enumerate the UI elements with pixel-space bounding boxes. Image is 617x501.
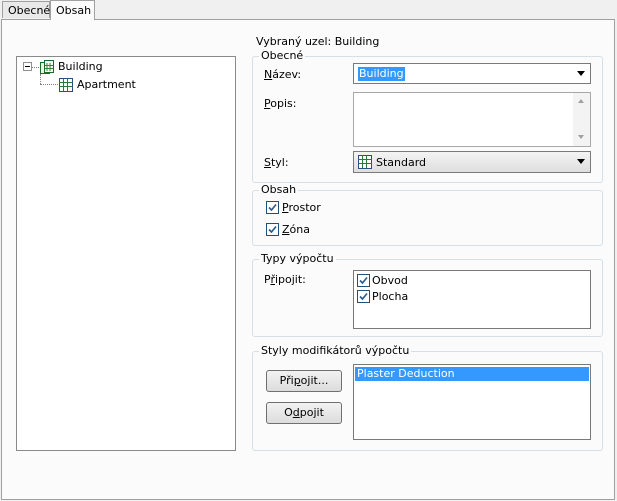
- grid-icon: [358, 155, 372, 169]
- calc-types-legend: Typy výpočtu: [259, 252, 336, 265]
- zone-checkbox[interactable]: [266, 223, 279, 236]
- tab-label: Obecné: [8, 4, 51, 17]
- name-label: Název:: [264, 68, 302, 81]
- tab-obecne[interactable]: Obecné: [2, 1, 50, 18]
- list-item: Obvod: [372, 274, 408, 287]
- general-legend: Obecné: [259, 49, 306, 62]
- tree-line: [40, 84, 58, 85]
- tree-item-label: Building: [58, 60, 103, 73]
- calc-modifiers-legend: Styly modifikátorů výpočtu: [259, 344, 412, 357]
- style-label: Styl:: [264, 156, 289, 169]
- calc-types-list[interactable]: Obvod Plocha: [353, 270, 591, 329]
- content-group: Obsah: [252, 183, 603, 246]
- detach-button[interactable]: Odpojit: [266, 402, 342, 424]
- tree-line: [40, 74, 41, 84]
- description-field[interactable]: [353, 92, 591, 147]
- attach-button[interactable]: Připojit...: [266, 370, 342, 392]
- scroll-down-icon[interactable]: [578, 135, 584, 139]
- name-combobox[interactable]: Building: [353, 63, 591, 84]
- calc-modifiers-list[interactable]: Plaster Deduction: [353, 364, 591, 440]
- description-label: Popis:: [264, 97, 297, 110]
- list-item[interactable]: Plaster Deduction: [355, 367, 589, 381]
- space-label: Prostor: [282, 201, 321, 214]
- zone-label: Zóna: [282, 223, 310, 236]
- space-checkbox[interactable]: [266, 201, 279, 214]
- grid-icon: [58, 77, 74, 93]
- attach-label: Připojit:: [264, 273, 306, 286]
- tree-line: [32, 67, 39, 68]
- area-checkbox[interactable]: [357, 290, 370, 303]
- chevron-down-icon[interactable]: [577, 159, 585, 164]
- building-icon: [39, 59, 55, 75]
- tree-view[interactable]: Building Apartment: [16, 56, 236, 451]
- tree-item-building[interactable]: Building: [57, 60, 104, 74]
- list-item: Plocha: [372, 290, 409, 303]
- tree-item-label: Apartment: [77, 78, 136, 91]
- tab-obsah[interactable]: Obsah: [50, 0, 95, 20]
- scroll-up-icon[interactable]: [578, 99, 584, 103]
- chevron-down-icon[interactable]: [577, 71, 585, 76]
- name-value: Building: [358, 67, 405, 81]
- tab-label: Obsah: [56, 4, 92, 17]
- content-legend: Obsah: [259, 183, 299, 196]
- style-value: Standard: [376, 156, 427, 169]
- style-combobox[interactable]: Standard: [353, 151, 591, 173]
- scrollbar[interactable]: [573, 93, 590, 146]
- perimeter-checkbox[interactable]: [357, 274, 370, 287]
- tree-item-apartment[interactable]: Apartment: [77, 78, 136, 92]
- selected-node-label: Vybraný uzel: Building: [256, 35, 380, 48]
- collapse-icon[interactable]: [23, 62, 32, 71]
